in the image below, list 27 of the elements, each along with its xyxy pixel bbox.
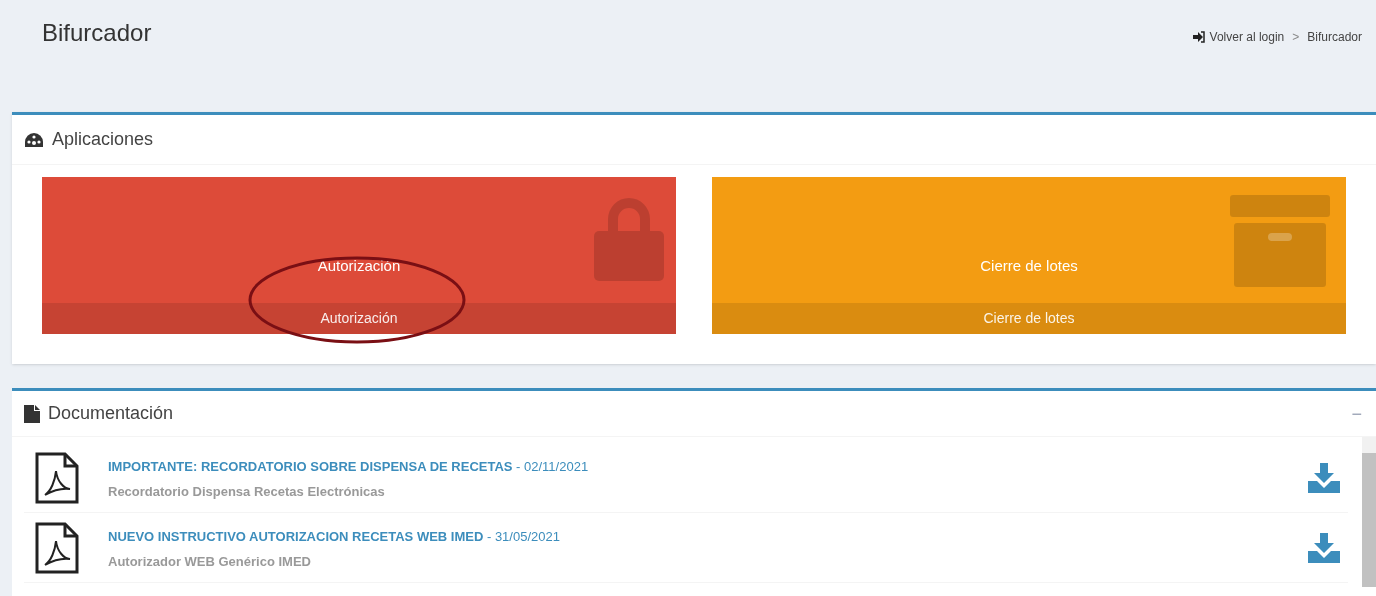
scrollbar[interactable] <box>1362 437 1376 587</box>
padlock-icon <box>594 195 664 281</box>
download-icon[interactable] <box>1308 462 1340 493</box>
breadcrumb-current-page: Bifurcador <box>1307 29 1362 46</box>
tile-label: Cierre de lotes <box>980 255 1078 276</box>
dashboard-icon <box>24 131 44 148</box>
tile-label: Autorización <box>317 255 401 276</box>
sign-in-icon <box>1191 31 1206 43</box>
archive-box-icon <box>1230 195 1330 287</box>
application-tile[interactable]: Autorización Autorización <box>42 177 676 334</box>
breadcrumb-separator: > <box>1292 29 1300 46</box>
pdf-file-icon <box>34 520 80 575</box>
application-tile[interactable]: Cierre de lotes Cierre de lotes <box>712 177 1346 334</box>
page-title: Bifurcador <box>42 18 152 48</box>
document-description: Recordatorio Dispensa Recetas Electrónicas <box>108 482 386 501</box>
document-link[interactable]: IMPORTANTE: RECORDATORIO SOBRE DISPENSA DE RECETAS - 02/11/2021 <box>108 458 589 474</box>
download-icon[interactable] <box>1308 532 1340 563</box>
breadcrumb-link[interactable]: Volver al login <box>1191 28 1285 46</box>
document-link[interactable]: NUEVO INSTRUCTIVO AUTORIZACION RECETAS WEB IMED - 31/05/2021 <box>108 528 560 544</box>
tile-footer-link[interactable]: Autorización <box>42 303 676 334</box>
panel-title: Documentación <box>48 402 175 425</box>
document-description: Autorizador WEB Genérico IMED <box>108 552 312 571</box>
tile-footer-link[interactable]: Cierre de lotes <box>712 303 1346 334</box>
panel-title: Aplicaciones <box>52 128 154 151</box>
pdf-file-icon <box>34 450 80 505</box>
document-icon <box>24 404 40 423</box>
collapse-button[interactable]: − <box>1351 404 1362 423</box>
